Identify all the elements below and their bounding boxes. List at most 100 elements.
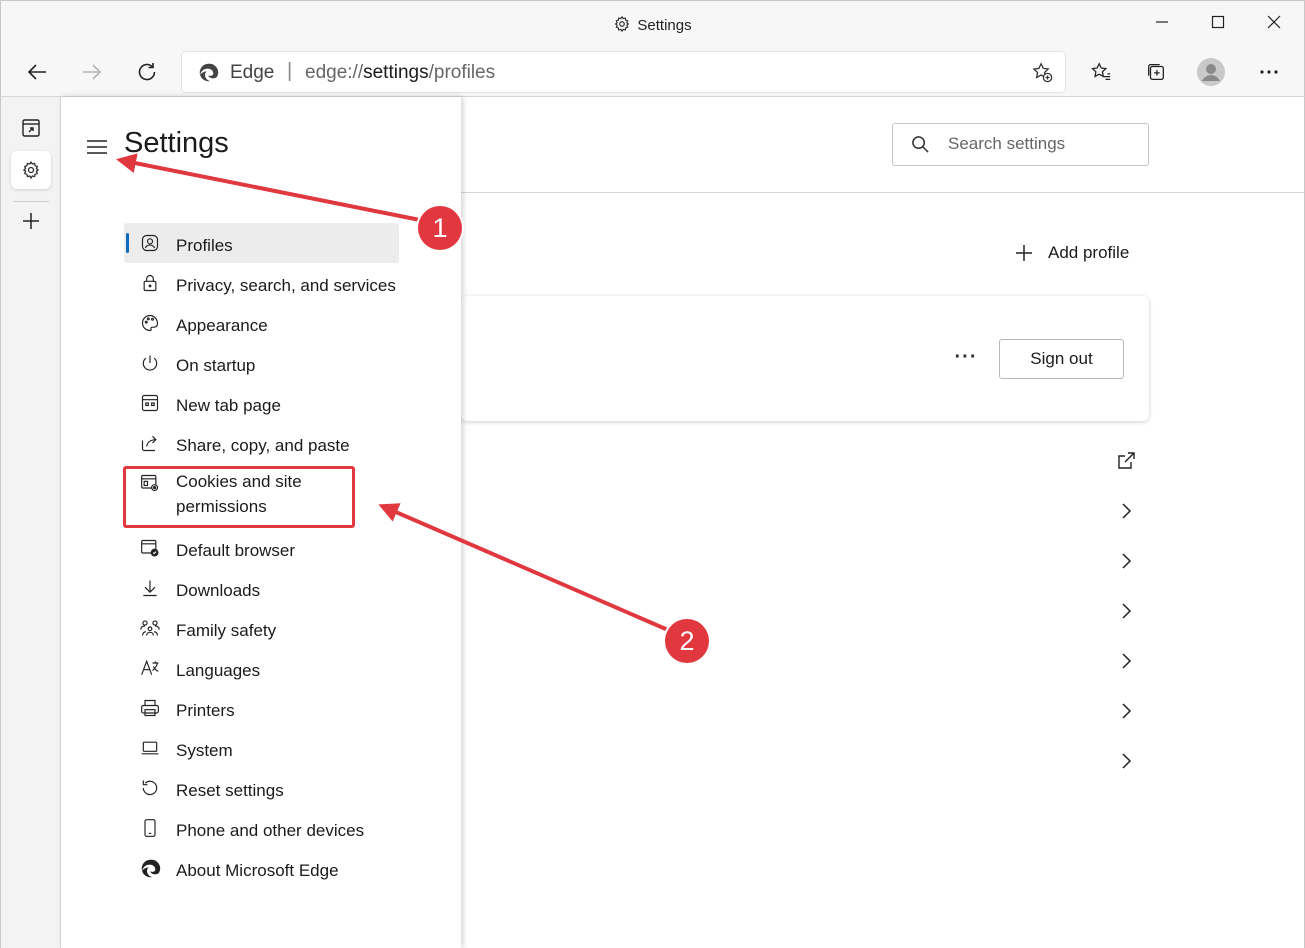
profile-avatar-button[interactable] [1194,56,1228,88]
new-tab-button[interactable] [11,202,51,240]
gear-icon [22,160,40,180]
settings-and-more-button[interactable] [1252,56,1286,88]
title-bar: Settings [0,0,1305,48]
address-separator: | [287,60,293,82]
share-icon [139,432,161,454]
search-icon [911,135,930,159]
sidebar-item-family-safety[interactable]: Family safety [124,608,399,648]
browser-toolbar: Edge | edge://settings/profiles [0,48,1305,97]
address-site-label: Edge [230,62,275,83]
sign-out-button[interactable]: Sign out [999,339,1124,379]
sidebar-item-appearance[interactable]: Appearance [124,303,399,343]
sidebar-item-label: Reset settings [176,781,284,800]
gear-icon [613,15,631,37]
address-bar[interactable]: Edge | edge://settings/profiles [182,52,1065,92]
sidebar-item-phone-devices[interactable]: Phone and other devices [124,808,399,848]
phone-icon [139,817,161,839]
vertical-tab-strip [0,97,61,948]
family-icon [139,617,161,639]
settings-tab[interactable] [11,151,51,189]
sidebar-item-label: Downloads [176,581,261,600]
sidebar-item-label: Appearance [176,316,268,335]
sidebar-item-default-browser[interactable]: Default browser [124,528,399,568]
collections-button[interactable] [1139,56,1173,88]
hamburger-menu-button[interactable] [83,135,111,159]
add-profile-button[interactable]: Add profile [1014,243,1129,263]
search-input[interactable] [948,134,1138,154]
chevron-right-icon[interactable] [1114,699,1138,723]
edge-icon [198,62,219,88]
sidebar-item-share-copy-paste[interactable]: Share, copy, and paste [124,423,399,463]
hamburger-icon [87,140,107,154]
favorites-button[interactable] [1084,56,1118,88]
url-suffix: /profiles [428,62,496,83]
sidebar-title: Settings [124,127,229,159]
window-title: Settings [1,15,1304,37]
chevron-right-icon[interactable] [1114,749,1138,773]
close-window-button[interactable] [1252,7,1296,37]
favorites-icon [1091,62,1111,80]
forward-button[interactable] [75,56,109,88]
sidebar-item-about-edge[interactable]: About Microsoft Edge [124,848,399,888]
more-horizontal-icon [1260,70,1278,74]
sidebar-item-downloads[interactable]: Downloads [124,568,399,608]
chevron-right-icon[interactable] [1114,649,1138,673]
sidebar-item-label: Profiles [176,236,233,255]
chevron-right-icon[interactable] [1114,549,1138,573]
sidebar-item-profiles[interactable]: Profiles [124,223,399,263]
address-url[interactable]: edge://settings/profiles [305,62,495,84]
chevron-right-icon[interactable] [1114,499,1138,523]
palette-icon [139,312,161,334]
external-link-icon[interactable] [1114,449,1138,473]
refresh-icon [138,63,156,81]
sidebar-item-label: Phone and other devices [176,821,365,840]
laptop-icon [139,737,161,759]
profile-more-button[interactable]: ··· [951,342,981,372]
settings-content: Add profile ··· Sign out [461,97,1305,948]
add-favorite-icon[interactable] [1031,61,1053,88]
url-prefix: edge:// [305,62,364,83]
sidebar-item-new-tab-page[interactable]: New tab page [124,383,399,423]
close-icon [1267,15,1281,29]
language-icon [139,657,161,679]
tab-actions-button[interactable] [11,109,51,147]
sidebar-item-languages[interactable]: Languages [124,648,399,688]
sidebar-item-label: Privacy, search, and services [176,276,396,295]
sidebar-item-printers[interactable]: Printers [124,688,399,728]
sidebar-item-system[interactable]: System [124,728,399,768]
sidebar-item-label: Printers [176,701,235,720]
sidebar-item-on-startup[interactable]: On startup [124,343,399,383]
sidebar-item-label: On startup [176,356,256,375]
sidebar-item-label: Share, copy, and paste [176,436,350,455]
tab-actions-icon [22,119,40,137]
plus-icon [23,213,39,229]
sidebar-item-label: Default browser [176,541,296,560]
profile-card: ··· Sign out [461,296,1149,421]
cookies-highlight-box [123,466,355,528]
sidebar-item-privacy[interactable]: Privacy, search, and services [124,263,399,303]
sidebar-item-label: New tab page [176,396,281,415]
power-icon [139,352,161,374]
sidebar-item-reset-settings[interactable]: Reset settings [124,768,399,808]
back-arrow-icon [27,64,46,80]
profile-icon [139,232,161,254]
annotation-badge-1: 1 [418,206,462,250]
printer-icon [139,697,161,719]
default-browser-icon [139,537,161,559]
avatar-icon [1197,58,1225,86]
window-title-text: Settings [637,17,692,34]
edge-icon [139,857,161,879]
url-bold: settings [363,62,429,83]
sidebar-item-label: System [176,741,233,760]
sidebar-item-label: About Microsoft Edge [176,861,339,880]
back-button[interactable] [20,56,54,88]
minimize-button[interactable] [1140,7,1184,37]
maximize-icon [1211,15,1225,29]
search-settings-box[interactable] [892,123,1149,166]
maximize-button[interactable] [1196,7,1240,37]
collections-icon [1148,64,1164,80]
forward-arrow-icon [83,64,102,80]
refresh-button[interactable] [130,56,164,88]
reset-icon [139,777,161,799]
chevron-right-icon[interactable] [1114,599,1138,623]
